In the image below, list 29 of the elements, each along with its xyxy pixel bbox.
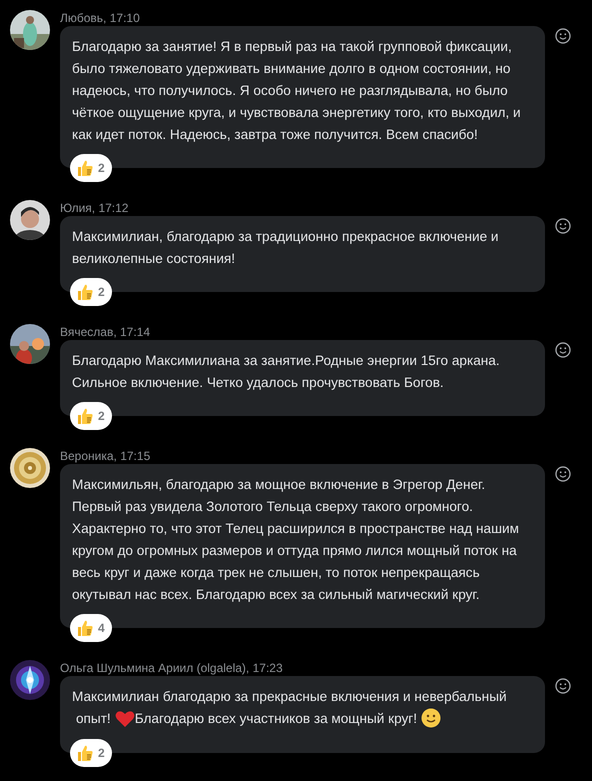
- thumbs-up-icon: [76, 283, 94, 301]
- reaction-button[interactable]: 2: [70, 402, 112, 430]
- thumbs-up-icon: [76, 159, 94, 177]
- add-reaction-icon[interactable]: [555, 28, 571, 44]
- message-text: Максимилиан, благодарю за традиционно прекрасное включение и великолепные состояния!: [72, 228, 500, 268]
- thumbs-up-icon: [76, 744, 94, 762]
- message-text: Максимилиан благодарю за прекрасные включения и невербальный: [72, 688, 507, 706]
- message-text: Максимильян, благодарю за мощное включение в Эгрегор Денег. Первый раз увидела Золотого Тельца сверху такого огромного. Характерно то, что этот Телец расширился в пространстве над нашим кругом до огромных размеров и оттуда прямо лился мощный поток на весь круг и даже когда трек не слышен, то поток непрекращаясь окутывал нас всех. Благодарю всех за сильный магический круг.: [72, 476, 520, 604]
- reaction-button[interactable]: 2: [70, 154, 112, 182]
- reaction-button[interactable]: 2: [70, 278, 112, 306]
- message-text: Благодарю Максимилиана за занятие.Родные энергии 15го аркана. Сильное включение. Четко удалось прочувствовать Богов.: [72, 352, 501, 392]
- add-reaction-icon[interactable]: [555, 218, 571, 234]
- add-reaction-icon[interactable]: [555, 466, 571, 482]
- author-name: Вячеслав, 17:14: [60, 324, 150, 340]
- add-reaction-icon[interactable]: [555, 678, 571, 694]
- thumbs-up-icon: [76, 407, 94, 425]
- thumbs-up-icon: [76, 619, 94, 637]
- author-name: Юлия, 17:12: [60, 200, 128, 216]
- author-name: Вероника, 17:15: [60, 448, 150, 464]
- smiley-icon: [421, 708, 442, 728]
- author-name: Ольга Шульмина Ариил (olgalela), 17:23: [60, 660, 283, 676]
- message-text: Благодарю за занятие! Я в первый раз на такой групповой фиксации, было тяжеловато удерживать внимание долго в одном состоянии, но надеюсь, что получилось. Я особо ничего не разглядывала, но было чёткое ощущение круга, и чувствовала энергетику того, кто выходил, и как идет поток. Надеюсь, завтра тоже получится. Всем спасибо!: [72, 38, 522, 144]
- reaction-button[interactable]: 4: [70, 614, 112, 642]
- reaction-button[interactable]: 2: [70, 739, 112, 767]
- message-text: опыт!: [76, 710, 111, 728]
- author-name: Любовь, 17:10: [60, 10, 140, 26]
- message-text: Благодарю всех участников за мощный круг!: [134, 710, 418, 728]
- add-reaction-icon[interactable]: [555, 342, 571, 358]
- heart-icon: [114, 710, 135, 728]
